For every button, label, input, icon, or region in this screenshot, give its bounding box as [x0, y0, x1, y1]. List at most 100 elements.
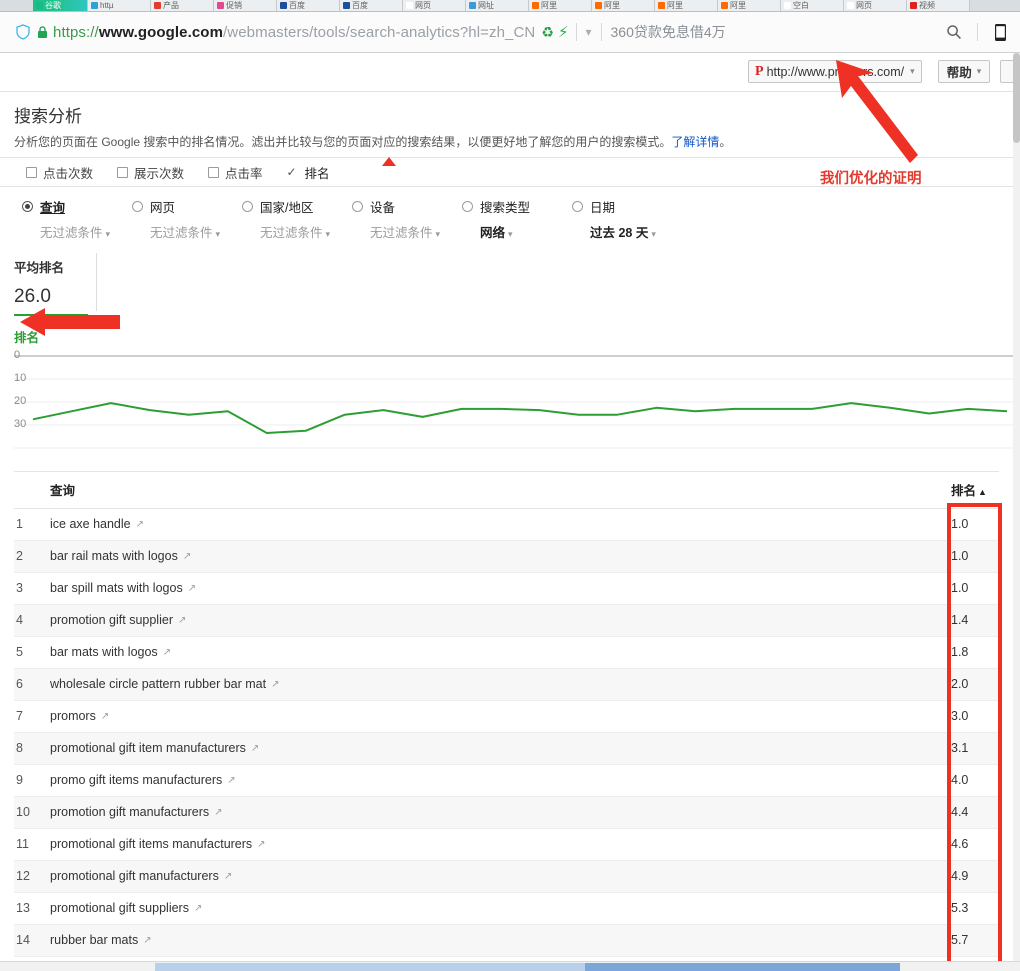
dimension-filter-page[interactable]: 无过滤条件 ▾ — [150, 222, 242, 241]
browser-tab[interactable]: 谷歌 — [33, 0, 88, 11]
checkmark-icon[interactable]: ✓ — [287, 166, 300, 178]
row-query-cell[interactable]: rubber bar mats ↗ — [48, 924, 945, 957]
radio-unselected-icon[interactable] — [242, 201, 253, 212]
external-link-icon[interactable]: ↗ — [227, 775, 235, 786]
dimension-query-top[interactable]: 查询 — [22, 197, 132, 216]
external-link-icon[interactable]: ↗ — [183, 551, 191, 562]
table-row[interactable]: 10 promotion gift manufacturers ↗ 4.4 — [14, 796, 999, 829]
dimension-date[interactable]: 日期 过去 28 天 ▾ — [572, 197, 682, 243]
scrollbar-thumb[interactable] — [1013, 53, 1020, 143]
table-row[interactable]: 12 promotional gift manufacturers ↗ 4.9 — [14, 860, 999, 893]
dimension-country-top[interactable]: 国家/地区 — [242, 197, 352, 216]
table-row[interactable]: 7 promors ↗ 3.0 — [14, 700, 999, 733]
table-row[interactable]: 5 bar mats with logos ↗ 1.8 — [14, 636, 999, 669]
dimension-query[interactable]: 查询 无过滤条件 ▾ — [22, 197, 132, 243]
nav-back-zone[interactable] — [0, 12, 14, 53]
help-button[interactable]: 帮助 ▾ — [938, 60, 990, 83]
browser-tab[interactable]: 网页 — [844, 0, 907, 11]
browser-tab[interactable]: 百度 — [340, 0, 403, 11]
browser-tab[interactable]: 空白 — [781, 0, 844, 11]
table-row[interactable]: 14 rubber bar mats ↗ 5.7 — [14, 924, 999, 957]
col-rank-header[interactable]: 排名 ▲ — [945, 471, 999, 509]
external-link-icon[interactable]: ↗ — [178, 615, 186, 626]
row-query-cell[interactable]: promo gift items manufacturers ↗ — [48, 764, 945, 797]
table-row[interactable]: 1 ice axe handle ↗ 1.0 — [14, 508, 999, 541]
dimension-filter-device[interactable]: 无过滤条件 ▾ — [370, 222, 462, 241]
metric-ctr[interactable]: 点击率 — [208, 163, 263, 182]
learn-more-link[interactable]: 了解详情 — [671, 135, 719, 149]
external-link-icon[interactable]: ↗ — [163, 647, 171, 658]
gear-icon[interactable] — [1000, 60, 1013, 83]
browser-tab[interactable]: 阿里 — [529, 0, 592, 11]
radio-unselected-icon[interactable] — [462, 201, 473, 212]
external-link-icon[interactable]: ↗ — [101, 711, 109, 722]
radio-unselected-icon[interactable] — [132, 201, 143, 212]
browser-tab[interactable]: 阿里 — [718, 0, 781, 11]
col-query-header[interactable]: 查询 — [48, 471, 945, 509]
external-link-icon[interactable]: ↗ — [271, 679, 279, 690]
promo-suggestion-text[interactable]: 360贷款免息借4万 — [611, 22, 726, 42]
chevron-down-icon[interactable]: ▾ — [585, 25, 591, 39]
recycle-icon[interactable]: ♻ — [541, 24, 554, 41]
dimension-date-top[interactable]: 日期 — [572, 197, 682, 216]
page-vertical-scrollbar[interactable] — [1013, 53, 1020, 964]
dimension-filter-query[interactable]: 无过滤条件 ▾ — [40, 222, 132, 241]
radio-unselected-icon[interactable] — [352, 201, 363, 212]
dimension-country[interactable]: 国家/地区 无过滤条件 ▾ — [242, 197, 352, 243]
browser-tab[interactable]: 阿里 — [655, 0, 718, 11]
checkbox-unchecked-icon[interactable] — [208, 166, 220, 178]
row-query-cell[interactable]: promotion gift supplier ↗ — [48, 604, 945, 637]
browser-tab-strip[interactable]: 谷歌 httµ 产品 促销 百度 百度 网页 网址 阿里 阿里 阿里 阿里 空白 网页 视频 — [0, 0, 1020, 12]
row-query-cell[interactable]: bar spill mats with logos ↗ — [48, 572, 945, 605]
row-query-cell[interactable]: promors ↗ — [48, 700, 945, 733]
horizontal-scrollbar[interactable] — [0, 961, 1020, 971]
shield-icon[interactable] — [14, 23, 32, 41]
row-query-cell[interactable]: wholesale circle pattern rubber bar mat ↗ — [48, 668, 945, 701]
url-text[interactable]: https://www.google.com/webmasters/tools/… — [53, 24, 535, 41]
table-row[interactable]: 8 promotional gift item manufacturers ↗ 3.1 — [14, 732, 999, 765]
radio-selected-icon[interactable] — [22, 201, 33, 212]
browser-tab[interactable]: 网页 — [403, 0, 466, 11]
metric-position[interactable]: ✓ 排名 — [287, 163, 330, 182]
dimension-device[interactable]: 设备 无过滤条件 ▾ — [352, 197, 462, 243]
dimension-search-type[interactable]: 搜索类型 网络 ▾ — [462, 197, 572, 243]
checkbox-unchecked-icon[interactable] — [117, 166, 129, 178]
row-query-cell[interactable]: promotional gift suppliers ↗ — [48, 892, 945, 925]
row-query-cell[interactable]: bar rail mats with logos ↗ — [48, 540, 945, 573]
table-row[interactable]: 11 promotional gift items manufacturers ↗ 4… — [14, 828, 999, 861]
browser-tab[interactable]: 网址 — [466, 0, 529, 11]
metric-impressions[interactable]: 展示次数 — [117, 163, 184, 182]
checkbox-unchecked-icon[interactable] — [26, 166, 37, 178]
external-link-icon[interactable]: ↗ — [224, 871, 232, 882]
browser-tab[interactable]: httµ — [88, 0, 151, 11]
chart-plot-area[interactable]: 0 10 20 30 — [0, 348, 1013, 456]
row-query-cell[interactable]: ice axe handle ↗ — [48, 508, 945, 541]
mobile-icon[interactable] — [986, 17, 1014, 47]
site-selector-button[interactable]: P http://www.promors.com/ ▾ — [748, 60, 922, 83]
external-link-icon[interactable]: ↗ — [194, 903, 202, 914]
table-row[interactable]: 6 wholesale circle pattern rubber bar mat… — [14, 668, 999, 701]
external-link-icon[interactable]: ↗ — [257, 839, 265, 850]
browser-tab[interactable]: 促销 — [214, 0, 277, 11]
search-icon[interactable] — [939, 17, 969, 47]
external-link-icon[interactable]: ↗ — [188, 583, 196, 594]
dimension-filter-search-type[interactable]: 网络 ▾ — [480, 222, 572, 241]
external-link-icon[interactable]: ↗ — [214, 807, 222, 818]
row-query-cell[interactable]: promotional gift items manufacturers ↗ — [48, 828, 945, 861]
table-row[interactable]: 13 promotional gift suppliers ↗ 5.3 — [14, 892, 999, 925]
metric-clicks[interactable]: 点击次数 — [26, 163, 93, 182]
browser-tab[interactable]: 阿里 — [592, 0, 655, 11]
table-row[interactable]: 3 bar spill mats with logos ↗ 1.0 — [14, 572, 999, 605]
browser-tab[interactable]: 视频 — [907, 0, 970, 11]
external-link-icon[interactable]: ↗ — [136, 519, 144, 530]
bolt-icon[interactable]: ⚡ — [558, 23, 569, 41]
dimension-filter-date[interactable]: 过去 28 天 ▾ — [590, 222, 682, 241]
browser-tab[interactable]: 产品 — [151, 0, 214, 11]
dimension-page[interactable]: 网页 无过滤条件 ▾ — [132, 197, 242, 243]
table-row[interactable]: 2 bar rail mats with logos ↗ 1.0 — [14, 540, 999, 573]
dimension-search-type-top[interactable]: 搜索类型 — [462, 197, 572, 216]
dimension-filter-country[interactable]: 无过滤条件 ▾ — [260, 222, 352, 241]
row-query-cell[interactable]: promotional gift item manufacturers ↗ — [48, 732, 945, 765]
dimension-device-top[interactable]: 设备 — [352, 197, 462, 216]
table-row[interactable]: 4 promotion gift supplier ↗ 1.4 — [14, 604, 999, 637]
